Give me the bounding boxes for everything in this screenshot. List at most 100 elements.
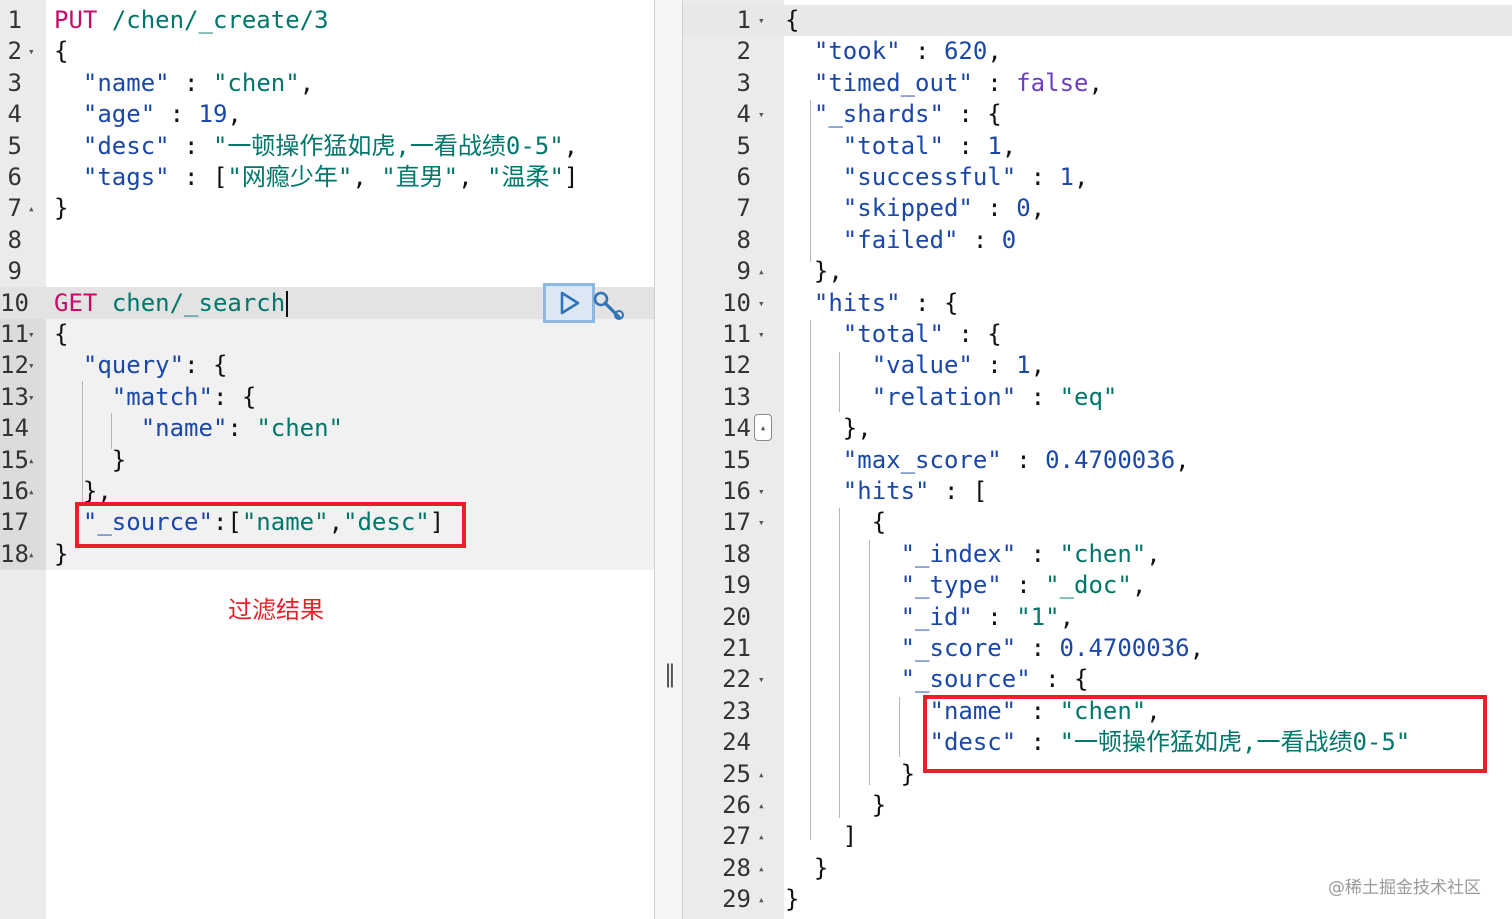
fold-close-icon[interactable]: ▴ [758, 256, 765, 287]
request-line-12[interactable]: 12 ▾ "query": { [0, 350, 654, 381]
request-settings-button[interactable] [592, 290, 626, 324]
fold-open-icon[interactable]: ▾ [28, 36, 35, 67]
fold-close-icon[interactable]: ▴ [28, 445, 35, 476]
code-text[interactable]: "relation" : "eq" [785, 382, 1118, 413]
code-text[interactable]: "skipped" : 0, [785, 193, 1045, 224]
fold-close-icon[interactable]: ▴ [758, 821, 765, 852]
response-line-1[interactable]: 1 ▾ { [683, 5, 1512, 36]
code-text[interactable]: "_source" : { [785, 664, 1089, 695]
code-text[interactable]: "hits" : [ [785, 476, 988, 507]
code-text[interactable]: GET chen/_search [54, 288, 289, 319]
code-text[interactable]: { [54, 319, 68, 350]
fold-open-icon[interactable]: ▾ [758, 507, 765, 538]
request-line-8[interactable]: 8 [0, 225, 654, 256]
response-line-13[interactable]: 13 "relation" : "eq" [683, 382, 1512, 413]
code-text[interactable]: }, [785, 413, 872, 444]
code-text[interactable]: "name": "chen" [54, 413, 343, 444]
fold-open-icon[interactable]: ▾ [758, 476, 765, 507]
code-text[interactable]: ] [785, 821, 857, 852]
code-text[interactable]: "desc" : "一顿操作猛如虎,一看战绩0-5", [54, 131, 578, 162]
fold-close-icon[interactable]: ▴ [758, 884, 765, 915]
code-text[interactable]: "took" : 620, [785, 36, 1002, 67]
code-text[interactable]: "_index" : "chen", [785, 539, 1161, 570]
code-text[interactable]: "_score" : 0.4700036, [785, 633, 1204, 664]
fold-open-icon[interactable]: ▾ [758, 5, 765, 36]
fold-open-icon[interactable]: ▾ [758, 319, 765, 350]
code-text[interactable]: "hits" : { [785, 288, 959, 319]
fold-open-icon[interactable]: ▾ [758, 288, 765, 319]
code-text[interactable]: { [785, 507, 886, 538]
request-editor[interactable]: 1 PUT /chen/_create/3 2 ▾{3 "name" : "chen"… [0, 0, 654, 919]
response-line-5[interactable]: 5 "total" : 1, [683, 131, 1512, 162]
fold-close-icon[interactable]: ▴ [28, 193, 35, 224]
code-text[interactable]: { [54, 36, 68, 67]
response-line-7[interactable]: 7 "skipped" : 0, [683, 193, 1512, 224]
response-line-15[interactable]: 15 "max_score" : 0.4700036, [683, 445, 1512, 476]
code-text[interactable]: "total" : 1, [785, 131, 1016, 162]
response-line-16[interactable]: 16 ▾ "hits" : [ [683, 476, 1512, 507]
code-text[interactable]: PUT /chen/_create/3 [54, 5, 329, 36]
response-line-6[interactable]: 6 "successful" : 1, [683, 162, 1512, 193]
code-text[interactable]: "successful" : 1, [785, 162, 1089, 193]
request-line-7[interactable]: 7 ▴} [0, 193, 654, 224]
code-text[interactable]: "match": { [54, 382, 257, 413]
fold-open-icon[interactable]: ▾ [758, 664, 765, 695]
code-text[interactable]: { [785, 5, 799, 36]
code-text[interactable]: } [54, 193, 68, 224]
response-line-14[interactable]: 14 }, [683, 413, 1512, 444]
pane-divider[interactable]: ‖ [654, 0, 683, 919]
code-text[interactable]: "max_score" : 0.4700036, [785, 445, 1190, 476]
response-viewer[interactable]: 1 ▾{2 "took" : 620, 3 "timed_out" : false,… [683, 0, 1512, 919]
fold-close-icon[interactable]: ▴ [758, 790, 765, 821]
response-line-26[interactable]: 26 ▴ } [683, 790, 1512, 821]
request-line-5[interactable]: 5 "desc" : "一顿操作猛如虎,一看战绩0-5", [0, 131, 654, 162]
code-text[interactable]: "_id" : "1", [785, 602, 1074, 633]
fold-close-icon[interactable]: ▴ [28, 476, 35, 507]
response-line-11[interactable]: 11 ▾ "total" : { [683, 319, 1512, 350]
fold-open-icon[interactable]: ▾ [28, 350, 35, 381]
fold-open-icon[interactable]: ▾ [758, 99, 765, 130]
request-line-1[interactable]: 1 PUT /chen/_create/3 [0, 5, 654, 36]
code-text[interactable]: } [54, 539, 68, 570]
fold-open-icon[interactable]: ▾ [28, 382, 35, 413]
response-line-20[interactable]: 20 "_id" : "1", [683, 602, 1512, 633]
fold-close-icon[interactable]: ▴ [758, 853, 765, 884]
code-text[interactable]: "timed_out" : false, [785, 68, 1103, 99]
code-text[interactable]: } [54, 445, 126, 476]
response-line-8[interactable]: 8 "failed" : 0 [683, 225, 1512, 256]
fold-close-icon[interactable]: ▴ [28, 539, 35, 570]
response-line-18[interactable]: 18 "_index" : "chen", [683, 539, 1512, 570]
response-line-2[interactable]: 2 "took" : 620, [683, 36, 1512, 67]
response-line-17[interactable]: 17 ▾ { [683, 507, 1512, 538]
code-text[interactable]: "total" : { [785, 319, 1002, 350]
response-line-4[interactable]: 4 ▾ "_shards" : { [683, 99, 1512, 130]
response-line-3[interactable]: 3 "timed_out" : false, [683, 68, 1512, 99]
response-line-19[interactable]: 19 "_type" : "_doc", [683, 570, 1512, 601]
request-line-4[interactable]: 4 "age" : 19, [0, 99, 654, 130]
code-text[interactable]: } [785, 790, 886, 821]
request-line-14[interactable]: 14 "name": "chen" [0, 413, 654, 444]
response-line-10[interactable]: 10 ▾ "hits" : { [683, 288, 1512, 319]
response-line-12[interactable]: 12 "value" : 1, [683, 350, 1512, 381]
response-line-21[interactable]: 21 "_score" : 0.4700036, [683, 633, 1512, 664]
code-text[interactable]: "value" : 1, [785, 350, 1045, 381]
code-text[interactable]: "age" : 19, [54, 99, 242, 130]
request-line-15[interactable]: 15 ▴ } [0, 445, 654, 476]
fold-close-icon[interactable]: ▴ [754, 414, 772, 441]
resize-grip-icon[interactable]: ‖ [664, 660, 676, 688]
request-line-6[interactable]: 6 "tags" : ["网瘾少年", "直男", "温柔"] [0, 162, 654, 193]
response-line-22[interactable]: 22 ▾ "_source" : { [683, 664, 1512, 695]
fold-open-icon[interactable]: ▾ [28, 319, 35, 350]
code-text[interactable]: } [785, 884, 799, 915]
fold-close-icon[interactable]: ▴ [758, 759, 765, 790]
request-line-13[interactable]: 13 ▾ "match": { [0, 382, 654, 413]
response-line-9[interactable]: 9 ▴ }, [683, 256, 1512, 287]
run-request-button[interactable] [543, 283, 595, 323]
code-text[interactable]: "failed" : 0 [785, 225, 1016, 256]
request-line-3[interactable]: 3 "name" : "chen", [0, 68, 654, 99]
request-line-2[interactable]: 2 ▾ { [0, 36, 654, 67]
code-text[interactable]: } [785, 853, 828, 884]
code-text[interactable]: "query": { [54, 350, 228, 381]
code-text[interactable]: } [785, 759, 915, 790]
code-text[interactable]: "tags" : ["网瘾少年", "直男", "温柔"] [54, 162, 578, 193]
